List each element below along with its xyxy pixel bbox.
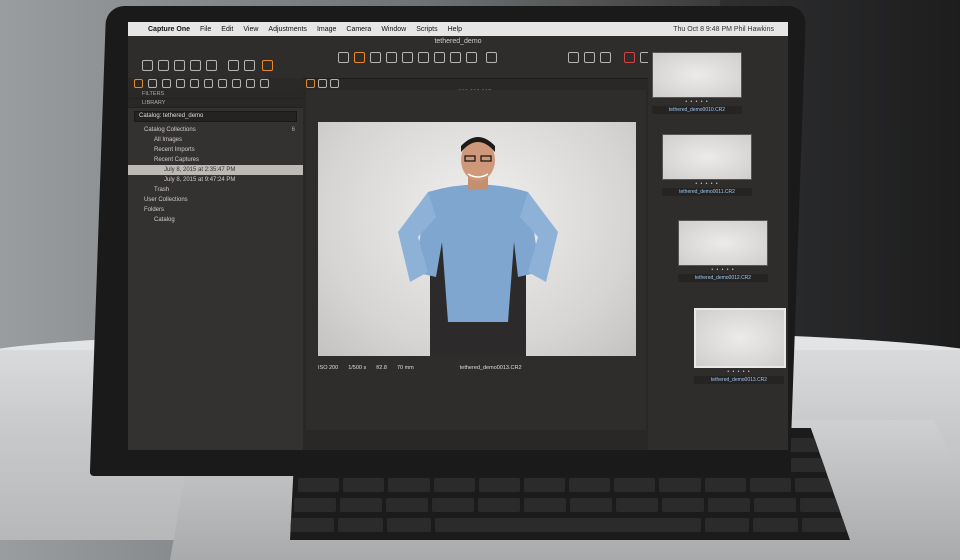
color-tab-icon[interactable]: [176, 79, 185, 88]
exposure-tab-icon[interactable]: [190, 79, 199, 88]
thumbnail-image[interactable]: [694, 308, 786, 368]
capture-session-row-1[interactable]: July 8, 2015 at 2:35:47 PM: [128, 165, 303, 175]
details-tab-icon[interactable]: [204, 79, 213, 88]
focal-value: 70 mm: [396, 365, 414, 371]
thumbnail-image[interactable]: [678, 220, 768, 266]
all-images-row[interactable]: All Images: [128, 135, 303, 145]
thumbnail-rating[interactable]: • • • • •: [694, 368, 784, 376]
tool-tabs: [128, 78, 339, 90]
laptop-screen: Capture One File Edit View Adjustments I…: [128, 22, 788, 450]
trash-icon[interactable]: [206, 60, 217, 71]
thumbnail-image[interactable]: [662, 134, 752, 180]
undo-icon[interactable]: [228, 60, 239, 71]
menu-app-name[interactable]: Capture One: [148, 26, 190, 33]
catalog-collections-row[interactable]: Catalog Collections 6: [128, 125, 303, 135]
thumbnail-name: tethered_demo0013.CR2: [694, 376, 784, 384]
library-tab-icon[interactable]: [134, 79, 143, 88]
compare-mode-icon[interactable]: [330, 79, 339, 88]
iso-value: ISO 200: [318, 365, 339, 371]
output-tab-icon[interactable]: [246, 79, 255, 88]
aperture-value: f/2.8: [376, 365, 387, 371]
menubar-status: Thu Oct 8 9:48 PM Phil Hawkins: [673, 25, 774, 33]
reset-icon[interactable]: [486, 52, 497, 63]
camera-icon[interactable]: [158, 60, 169, 71]
filmstrip: • • • • • tethered_demo0010.CR2 • • • • …: [648, 52, 788, 450]
thumbnail-name: tethered_demo0012.CR2: [678, 274, 768, 282]
capture-session-row-2[interactable]: July 8, 2015 at 9:47:24 PM: [128, 175, 303, 185]
user-collections-row[interactable]: User Collections: [128, 195, 303, 205]
crop-tool-icon[interactable]: [370, 52, 381, 63]
workspace-icon[interactable]: [262, 60, 273, 71]
menu-image[interactable]: Image: [317, 26, 336, 33]
folders-row[interactable]: Folders: [128, 205, 303, 215]
catalog-collections-count: 6: [291, 127, 295, 133]
menu-scripts[interactable]: Scripts: [416, 26, 437, 33]
catalog-folder-row[interactable]: Catalog: [128, 215, 303, 225]
menu-file[interactable]: File: [200, 26, 211, 33]
catalog-collections-label: Catalog Collections: [144, 127, 196, 133]
brush-tool-icon[interactable]: [434, 52, 445, 63]
rotate-icon[interactable]: [174, 60, 185, 71]
library-panel: FILTERS LIBRARY Catalog: tethered_demo C…: [128, 90, 303, 450]
viewer-filename: tethered_demo0013.CR2: [459, 365, 522, 371]
filters-header[interactable]: FILTERS: [128, 90, 303, 99]
menu-camera[interactable]: Camera: [346, 26, 371, 33]
thumbnail-item[interactable]: • • • • • tethered_demo0011.CR2: [662, 134, 752, 196]
eraser-tool-icon[interactable]: [450, 52, 461, 63]
batch-tab-icon[interactable]: [260, 79, 269, 88]
lens-tab-icon[interactable]: [162, 79, 171, 88]
thumbnail-rating[interactable]: • • • • •: [678, 266, 768, 274]
warning-icon[interactable]: [584, 52, 595, 63]
thumbnail-rating[interactable]: • • • • •: [652, 98, 742, 106]
capture-tab-icon[interactable]: [148, 79, 157, 88]
viewer-mode-icon[interactable]: [306, 79, 315, 88]
clipping-icon[interactable]: [624, 52, 635, 63]
thumbnail-rating[interactable]: • • • • •: [662, 180, 752, 188]
exposure-icon[interactable]: [600, 52, 611, 63]
menu-edit[interactable]: Edit: [221, 26, 233, 33]
main-photo[interactable]: [318, 122, 636, 356]
window-title: tethered_demo: [128, 36, 788, 48]
import-icon[interactable]: [142, 60, 153, 71]
recent-imports-row[interactable]: Recent Imports: [128, 145, 303, 155]
image-viewer[interactable]: ISO 200 1/500 s f/2.8 70 mm tethered_dem…: [306, 90, 646, 430]
library-header[interactable]: LIBRARY: [128, 99, 303, 108]
thumbnail-item[interactable]: • • • • • tethered_demo0010.CR2: [652, 52, 742, 114]
mac-menubar: Capture One File Edit View Adjustments I…: [128, 22, 788, 36]
menu-window[interactable]: Window: [381, 26, 406, 33]
thumbnail-name: tethered_demo0010.CR2: [652, 106, 742, 114]
copy-icon[interactable]: [190, 60, 201, 71]
annotation-tool-icon[interactable]: [466, 52, 477, 63]
capture-info-bar: ISO 200 1/500 s f/2.8 70 mm tethered_dem…: [318, 362, 636, 374]
picker-tool-icon[interactable]: [402, 52, 413, 63]
menu-help[interactable]: Help: [448, 26, 462, 33]
thumbnail-name: tethered_demo0011.CR2: [662, 188, 752, 196]
recent-captures-row[interactable]: Recent Captures: [128, 155, 303, 165]
browser-mode-icon[interactable]: [318, 79, 327, 88]
catalog-select[interactable]: Catalog: tethered_demo: [134, 111, 297, 122]
grid-view-icon[interactable]: [568, 52, 579, 63]
portrait-illustration: [398, 137, 558, 356]
pan-tool-icon[interactable]: [354, 52, 365, 63]
cursor-tool-icon[interactable]: [338, 52, 349, 63]
thumbnail-item-selected[interactable]: • • • • • tethered_demo0013.CR2: [694, 308, 786, 384]
thumbnail-image[interactable]: [652, 52, 742, 98]
adjustments-tab-icon[interactable]: [218, 79, 227, 88]
redo-icon[interactable]: [244, 60, 255, 71]
menu-view[interactable]: View: [243, 26, 258, 33]
menu-adjustments[interactable]: Adjustments: [268, 26, 307, 33]
straighten-tool-icon[interactable]: [386, 52, 397, 63]
metadata-tab-icon[interactable]: [232, 79, 241, 88]
thumbnail-item[interactable]: • • • • • tethered_demo0012.CR2: [678, 220, 768, 282]
spot-tool-icon[interactable]: [418, 52, 429, 63]
trash-row[interactable]: Trash: [128, 185, 303, 195]
shutter-value: 1/500 s: [348, 365, 367, 371]
